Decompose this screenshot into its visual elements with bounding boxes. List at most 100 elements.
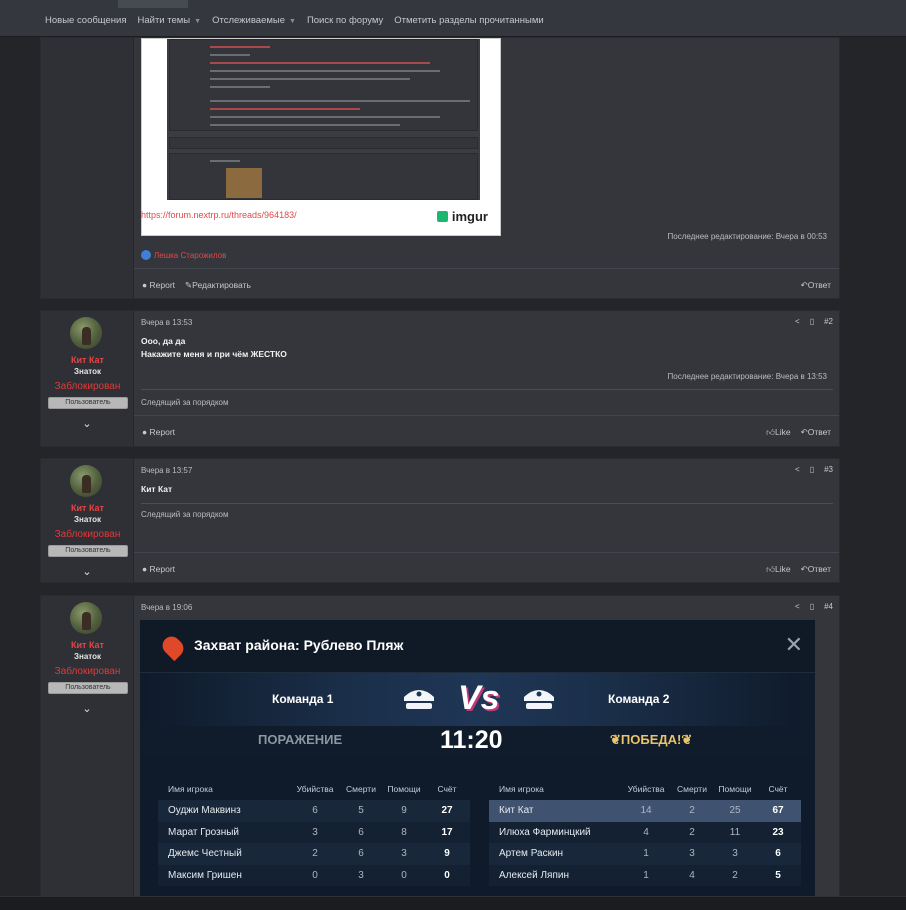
post-sidebar: Кит Кат Знаток Заблокирован Пользователь… — [41, 311, 134, 446]
user-badge: Пользователь — [48, 397, 128, 409]
avatar[interactable] — [70, 602, 102, 634]
col-assists: Помощи — [718, 784, 752, 794]
table-header: Имя игрока Убийства Смерти Помощи Счёт — [158, 778, 470, 800]
post-date[interactable]: Вчера в 13:57 — [141, 466, 192, 475]
user-status: Заблокирован — [54, 666, 121, 677]
nav-label: Найти темы — [137, 15, 191, 26]
report-icon: ● — [142, 280, 148, 290]
laurel-icon: ❦ — [610, 732, 621, 747]
report-button[interactable]: ● Report — [142, 427, 175, 437]
user-status: Заблокирован — [54, 529, 121, 540]
table-row: Алексей Ляпин 1 4 2 5 — [489, 864, 801, 886]
col-name: Имя игрока — [168, 784, 213, 794]
result-left: ПОРАЖЕНИЕ — [258, 732, 343, 747]
nav-items: Новые сообщения Найти темы ▼ Отслеживаемы… — [45, 15, 555, 26]
edit-button[interactable]: ✎Редактировать — [185, 280, 251, 291]
bookmark-icon[interactable]: ▯ — [810, 317, 814, 326]
chevron-down-icon[interactable]: ⌄ — [81, 702, 93, 715]
reply-button[interactable]: ↶Ответ — [801, 427, 831, 438]
post-line: Кит Кат — [141, 484, 173, 494]
like-button[interactable]: 👍︎Like — [766, 564, 790, 575]
post-line: Ооо, да да — [141, 336, 186, 346]
table-row: Илюха Фарминцкий 4 2 11 23 — [489, 821, 801, 843]
post-body: Кит Кат — [141, 483, 172, 496]
share-icon[interactable]: < — [795, 602, 800, 611]
post-line: Накажите меня и при чём ЖЕСТКО — [141, 349, 287, 359]
report-button[interactable]: ● Report — [142, 280, 175, 291]
post-number[interactable]: #4 — [824, 602, 833, 611]
table-row: Артем Раскин 1 3 3 6 — [489, 843, 801, 865]
user-badge: Пользователь — [48, 682, 128, 694]
nav-find-threads[interactable]: Найти темы ▼ — [138, 15, 202, 26]
post-actions: ● Report 👍︎Like ↶Ответ — [134, 552, 839, 583]
imgur-logo: imgur — [436, 209, 488, 224]
caret-down-icon[interactable]: ▼ — [289, 18, 296, 25]
nav-new-posts[interactable]: Новые сообщения — [45, 15, 127, 26]
team-1-scoreboard: Имя игрока Убийства Смерти Помощи Счёт О… — [158, 778, 470, 886]
nav-label: Отметить разделы прочитанными — [394, 15, 544, 26]
bookmark-icon[interactable]: ▯ — [810, 602, 814, 611]
thread-link[interactable]: https://forum.nextrp.ru/threads/964183/ — [141, 210, 297, 220]
col-kills: Убийства — [627, 784, 665, 794]
embedded-image[interactable]: imgur — [141, 38, 501, 236]
username[interactable]: Кит Кат — [41, 503, 134, 513]
post-number[interactable]: #3 — [824, 465, 833, 474]
report-icon: ● — [142, 564, 148, 574]
table-body: Оуджи Маквинз 6 5 9 27 Марат Грозный 3 6 8 17 Дж… — [158, 800, 470, 886]
reaction-user[interactable]: Лешка Старожилов — [154, 251, 226, 260]
teams-band: Команда 1 Vs Команда 2 — [140, 673, 815, 726]
thumbs-up-icon: 👍︎ — [766, 427, 776, 437]
nav-mark-read[interactable]: Отметить разделы прочитанными — [394, 15, 543, 26]
police-cap-icon — [404, 690, 434, 709]
post-2: Кит Кат Знаток Заблокирован Пользователь… — [40, 310, 840, 447]
user-status: Заблокирован — [54, 381, 121, 392]
like-icon — [141, 250, 151, 260]
chevron-down-icon[interactable]: ⌄ — [81, 565, 93, 578]
post-body: Ооо, да да Накажите меня и при чём ЖЕСТК… — [141, 335, 287, 361]
edited-note: Последнее редактирование: Вчера в 00:53 — [667, 232, 828, 241]
edited-note: Последнее редактирование: Вчера в 13:53 — [667, 372, 828, 381]
table-row: Оуджи Маквинз 6 5 9 27 — [158, 800, 470, 822]
post-meta-icons: < ▯ #4 — [795, 602, 833, 611]
team-2-name: Команда 2 — [608, 692, 670, 706]
post-sidebar: Кит Кат Знаток Заблокирован Пользователь… — [41, 459, 134, 582]
avatar[interactable] — [70, 317, 102, 349]
report-icon: ● — [142, 427, 148, 437]
col-name: Имя игрока — [499, 784, 544, 794]
preview-block — [169, 39, 478, 131]
caret-down-icon[interactable]: ▼ — [194, 18, 201, 25]
nav-watched[interactable]: Отслеживаемые ▼ — [212, 15, 296, 26]
nav-search-forum[interactable]: Поиск по форуму — [307, 15, 383, 26]
location-pin-icon — [158, 632, 188, 662]
team-2-scoreboard: Имя игрока Убийства Смерти Помощи Счёт К… — [489, 778, 801, 886]
like-button[interactable]: 👍︎Like — [766, 427, 790, 438]
result-row: ПОРАЖЕНИЕ 11:20 ❦ПОБЕДА!❦ — [140, 726, 815, 754]
username[interactable]: Кит Кат — [41, 355, 134, 365]
username[interactable]: Кит Кат — [41, 640, 134, 650]
share-icon[interactable]: < — [795, 317, 800, 326]
result-right: ❦ПОБЕДА!❦ — [610, 732, 692, 748]
nav-highlight — [118, 0, 188, 8]
post-3: Кит Кат Знаток Заблокирован Пользователь… — [40, 458, 840, 583]
reply-button[interactable]: ↶Ответ — [801, 280, 831, 291]
chevron-down-icon[interactable]: ⌄ — [81, 417, 93, 430]
bookmark-icon[interactable]: ▯ — [810, 465, 814, 474]
match-header: Захват района: Рублево Пляж ✕ — [140, 620, 815, 673]
match-result-image[interactable]: Захват района: Рублево Пляж ✕ Команда 1 … — [140, 620, 815, 896]
reply-button[interactable]: ↶Ответ — [801, 564, 831, 575]
result-right-label: ПОБЕДА! — [620, 732, 682, 747]
avatar[interactable] — [70, 465, 102, 497]
thumbs-up-icon: 👍︎ — [766, 564, 776, 574]
share-icon[interactable]: < — [795, 465, 800, 474]
post-date[interactable]: Вчера в 19:06 — [141, 603, 192, 612]
team-1-name: Команда 1 — [272, 692, 334, 706]
table-row: Марат Грозный 3 6 8 17 — [158, 821, 470, 843]
post-number[interactable]: #2 — [824, 317, 833, 326]
reactions[interactable]: Лешка Старожилов — [141, 250, 226, 260]
table-row-highlighted: Кит Кат 14 2 25 67 — [489, 800, 801, 822]
post-date[interactable]: Вчера в 13:53 — [141, 318, 192, 327]
report-button[interactable]: ● Report — [142, 564, 175, 574]
table-row: Максим Гришен 0 3 0 0 — [158, 864, 470, 886]
post-meta-icons: < ▯ #2 — [795, 317, 833, 326]
police-cap-icon — [524, 690, 554, 709]
